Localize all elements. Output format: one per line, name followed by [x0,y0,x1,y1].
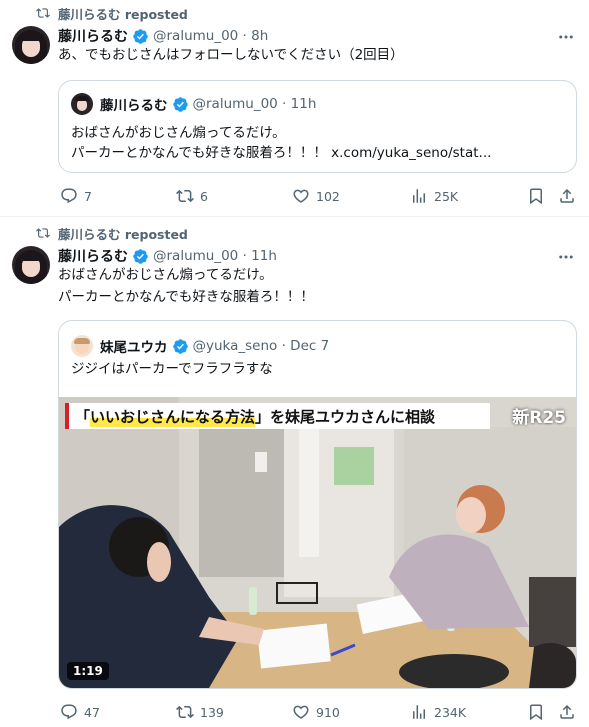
verified-badge-icon [172,338,189,355]
video-title-rest: 」を妹尾ユウカさんに相談 [255,407,436,426]
video-title-overlay: 「いいおじさんになる方法 」を妹尾ユウカさんに相談 [65,403,490,429]
views-count: 25K [434,188,459,204]
quote-text-line-2: パーカーとかなんでも好きな服着ろ！！！ x.com/yuka_seno/stat… [71,143,491,163]
more-options-icon[interactable] [557,248,575,266]
heart-icon [293,705,309,719]
author-name[interactable]: 藤川らるむ [58,26,128,46]
quote-handle-and-time: @ralumu_00 · 11h [192,96,317,112]
share-icon [560,188,574,203]
reply-icon [61,704,77,720]
avatar[interactable] [12,26,50,64]
quote-text-line-1: おばさんがおじさん煽ってるだけ。 [71,125,286,141]
share-button[interactable] [558,185,576,207]
quoted-tweet[interactable]: 妹尾ユウカ @yuka_seno · Dec 7 ジジイはパーカーでフラフラすな [58,320,577,689]
video-duration-badge: 1:19 [67,662,109,680]
reply-button[interactable]: 47 [60,701,100,723]
repost-icon [36,6,50,20]
video-player[interactable]: 「いいおじさんになる方法 」を妹尾ユウカさんに相談 新R25 1:19 [59,397,576,688]
tweet-header: 藤川らるむ @ralumu_00 · 8h [58,26,268,46]
like-count: 910 [316,704,340,720]
avatar[interactable] [12,246,50,284]
video-title-open: 「 [75,407,91,426]
repost-icon [36,226,50,240]
views-button[interactable]: 234K [410,701,466,723]
like-count: 102 [316,188,340,204]
repost-icon [176,705,194,719]
views-icon [413,189,425,203]
views-button[interactable]: 25K [410,185,458,207]
action-bar: 47 139 910 234K [58,701,577,723]
handle-and-time[interactable]: @ralumu_00 · 8h [153,28,268,44]
quote-header: 藤川らるむ @ralumu_00 · 11h [71,93,316,115]
share-button[interactable] [558,701,576,723]
tweet-text-line-2: パーカーとかなんでも好きな服着ろ！！！ [58,289,314,305]
quote-text: ジジイはパーカーでフラフラすな [71,361,273,377]
tweet-header: 藤川らるむ @ralumu_00 · 11h [58,246,277,266]
bookmark-button[interactable] [527,701,545,723]
tweet-text: あ、でもおじさんはフォローしないでください（2回目） [58,47,404,63]
tweet-1[interactable]: 藤川らるむ reposted 藤川らるむ @ralumu_00 · 8h あ、で… [0,0,589,217]
repost-icon [176,189,194,203]
views-icon [413,705,425,719]
verified-badge-icon [132,248,149,265]
tweet-text-line-1: おばさんがおじさん煽ってるだけ。 [58,267,273,283]
views-count: 234K [434,704,467,720]
more-options-icon[interactable] [557,28,575,46]
action-bar: 7 6 102 25K [58,185,577,207]
quote-link[interactable]: x.com/yuka_seno/stat... [331,145,491,161]
repost-label[interactable]: 藤川らるむ reposted [58,224,188,243]
tweet-2[interactable]: 藤川らるむ reposted 藤川らるむ @ralumu_00 · 11h おば… [0,218,589,727]
quote-header: 妹尾ユウカ @yuka_seno · Dec 7 [71,335,329,357]
video-title-highlight: いいおじさんになる方法 [90,405,256,427]
handle-and-time[interactable]: @ralumu_00 · 11h [153,248,277,264]
quote-avatar [71,335,93,357]
like-button[interactable]: 102 [292,185,340,207]
repost-indicator: 藤川らるむ reposted [36,4,188,22]
repost-count: 6 [200,188,208,204]
verified-badge-icon [132,28,149,45]
quote-avatar [71,93,93,115]
repost-count: 139 [200,704,224,720]
bookmark-button[interactable] [527,185,545,207]
like-button[interactable]: 910 [292,701,340,723]
reply-count: 47 [84,704,100,720]
verified-badge-icon [172,96,189,113]
reply-count: 7 [84,188,92,204]
reply-button[interactable]: 7 [60,185,92,207]
heart-icon [293,189,309,203]
quote-handle-and-time: @yuka_seno · Dec 7 [192,338,330,354]
author-name[interactable]: 藤川らるむ [58,246,128,266]
quote-author-name: 藤川らるむ [100,98,168,114]
quote-text: パーカーとかなんでも好きな服着ろ！！！ [71,145,332,161]
repost-label[interactable]: 藤川らるむ reposted [58,4,188,23]
share-icon [560,704,574,719]
reply-icon [61,188,77,204]
bookmark-icon [530,704,542,721]
video-thumbnail [59,397,576,688]
quoted-tweet[interactable]: 藤川らるむ @ralumu_00 · 11h おばさんがおじさん煽ってるだけ。 … [58,80,577,173]
video-channel-logo: 新R25 [512,408,566,428]
bookmark-icon [530,188,542,205]
repost-button[interactable]: 6 [176,185,208,207]
repost-button[interactable]: 139 [176,701,224,723]
quote-author-name: 妹尾ユウカ [100,340,168,356]
repost-indicator: 藤川らるむ reposted [36,224,188,242]
